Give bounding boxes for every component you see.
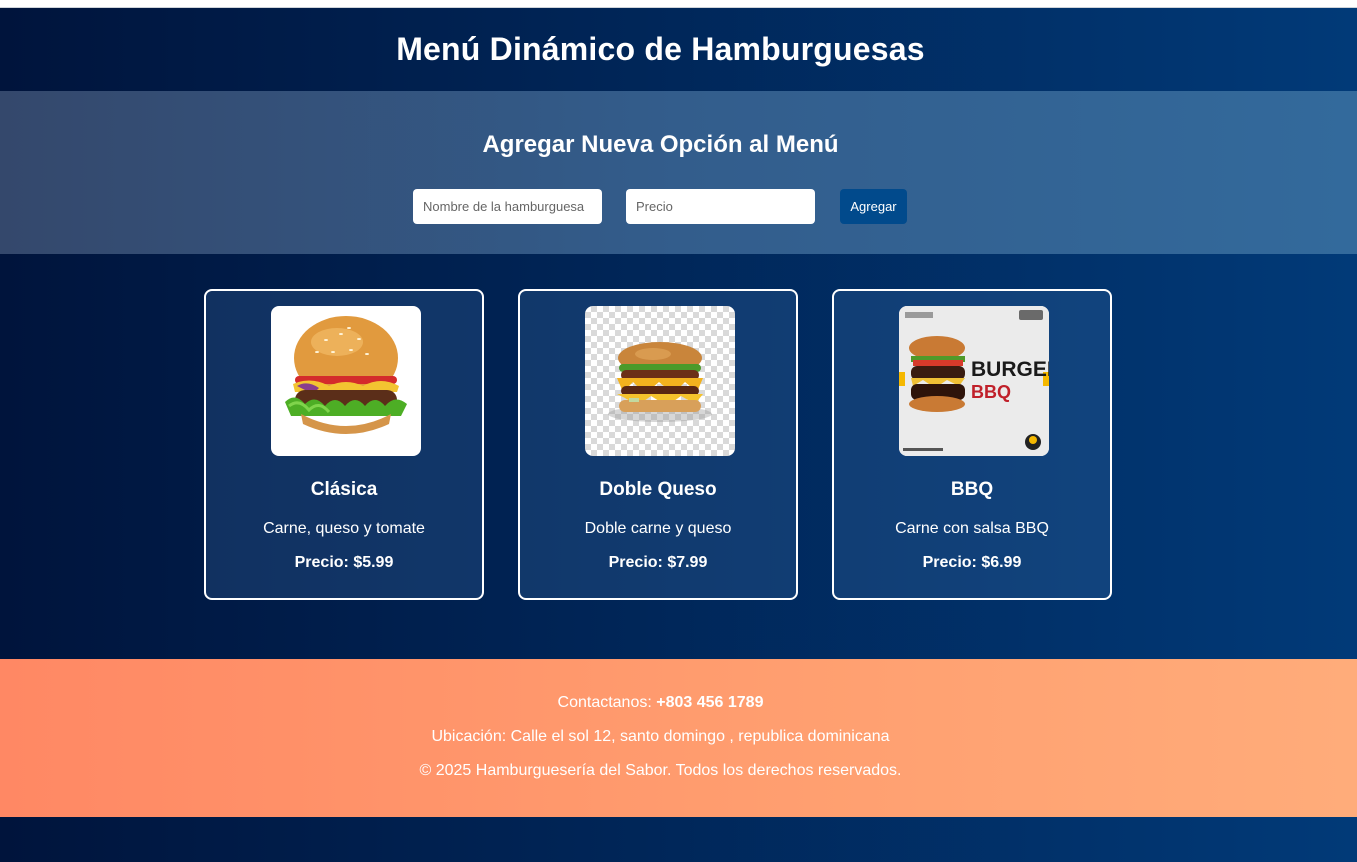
bbq-poster-subtitle: BBQ xyxy=(971,382,1011,402)
page-header: Menú Dinámico de Hamburguesas xyxy=(0,8,1357,91)
form-title: Agregar Nueva Opción al Menú xyxy=(482,131,839,158)
bbq-poster-title: BURGER xyxy=(971,358,1049,381)
menu-card-name: Clásica xyxy=(310,479,378,500)
contact-phone: +803 456 1789 xyxy=(656,694,764,711)
burger-name-input[interactable] xyxy=(413,189,602,224)
menu-card-name: BBQ xyxy=(950,479,994,500)
add-item-form: Agregar Nueva Opción al Menú Agregar xyxy=(0,91,1357,254)
contact-line: Contactanos: +803 456 1789 xyxy=(0,694,1339,712)
location-line: Ubicación: Calle el sol 12, santo doming… xyxy=(431,728,890,745)
add-button[interactable]: Agregar xyxy=(840,189,907,224)
burger-bbq-image: BURGER BBQ xyxy=(899,306,1049,456)
menu-card-description: Doble carne y queso xyxy=(584,520,732,537)
menu-card: BURGER BBQ BBQ Carne con salsa BBQ Preci… xyxy=(832,289,1112,600)
burger-classic-image xyxy=(271,306,421,456)
copyright-line: © 2025 Hamburguesería del Sabor. Todos l… xyxy=(419,762,902,779)
menu-card-price: Precio: $7.99 xyxy=(608,554,708,571)
contact-label: Contactanos: xyxy=(557,694,657,711)
menu-card-price: Precio: $6.99 xyxy=(922,554,1022,571)
menu-card-description: Carne con salsa BBQ xyxy=(895,520,1049,537)
menu-card: Clásica Carne, queso y tomate Precio: $5… xyxy=(204,289,484,600)
burger-double-cheese-image xyxy=(585,306,735,456)
page-footer: Contactanos: +803 456 1789 Ubicación: Ca… xyxy=(0,659,1357,817)
menu-card: Doble Queso Doble carne y queso Precio: … xyxy=(518,289,798,600)
menu-card-price: Precio: $5.99 xyxy=(294,554,394,571)
menu-card-name: Doble Queso xyxy=(599,479,717,500)
browser-top-edge xyxy=(0,0,1357,8)
menu-card-description: Carne, queso y tomate xyxy=(263,520,425,537)
price-input[interactable] xyxy=(626,189,815,224)
page-title: Menú Dinámico de Hamburguesas xyxy=(396,31,925,67)
